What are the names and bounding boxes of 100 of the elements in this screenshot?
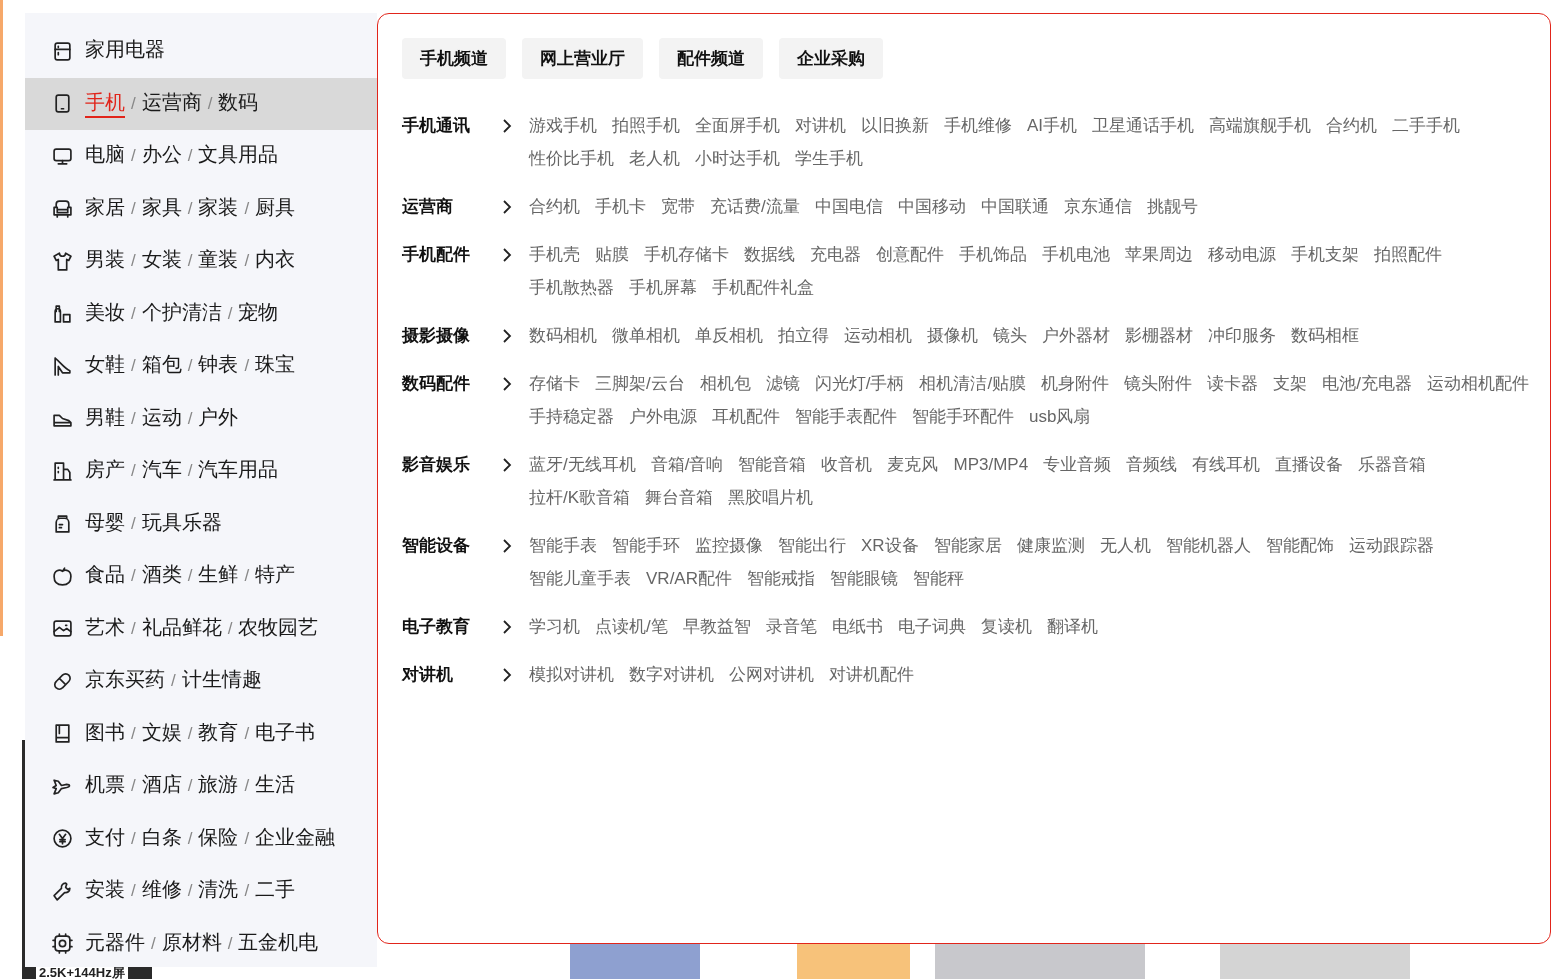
subcategory-link[interactable]: 苹果周边 [1125,238,1193,271]
category-link[interactable]: 男装 [85,247,125,276]
category-title[interactable]: 手机通讯 [402,109,498,142]
subcategory-link[interactable]: 冲印服务 [1208,319,1276,352]
subcategory-link[interactable]: 智能儿童手表 [529,562,631,595]
subcategory-link[interactable]: 手机维修 [944,109,1012,142]
subcategory-link[interactable]: 音箱/音响 [650,448,724,481]
category-link[interactable]: 清洗 [198,877,239,906]
subcategory-link[interactable]: 学生手机 [795,142,863,175]
subcategory-link[interactable]: 中国电信 [814,190,883,223]
subcategory-link[interactable]: 麦克风 [887,448,939,481]
subcategory-link[interactable]: 读卡器 [1207,367,1259,400]
subcategory-link[interactable]: 户外电源 [629,400,697,433]
category-link[interactable]: 汽车 [141,457,182,486]
category-link[interactable]: 白条 [141,824,182,853]
category-link[interactable]: 童装 [198,247,239,276]
subcategory-link[interactable]: 公网对讲机 [729,658,814,691]
category-title[interactable]: 运营商 [402,190,498,223]
subcategory-link[interactable]: 京东通信 [1063,190,1132,223]
sidebar-item[interactable]: 安装 / 维修 / 清洗 / 二手 [25,865,377,918]
subcategory-link[interactable]: 音频线 [1126,448,1178,481]
subcategory-link[interactable]: 挑靓号 [1146,190,1198,223]
subcategory-link[interactable]: 拍照手机 [612,109,680,142]
category-title[interactable]: 数码配件 [402,367,498,400]
category-link[interactable]: 维修 [141,877,182,906]
subcategory-link[interactable]: 贴膜 [595,238,629,271]
category-link[interactable]: 保险 [198,824,239,853]
category-title[interactable]: 手机配件 [402,238,498,271]
subcategory-link[interactable]: 手机散热器 [529,271,614,304]
subcategory-link[interactable]: 支架 [1273,367,1308,400]
subcategory-link[interactable]: 影棚器材 [1125,319,1193,352]
category-link[interactable]: 安装 [85,877,125,906]
category-link[interactable]: 原材料 [161,929,222,958]
category-link[interactable]: 特产 [255,562,296,591]
subcategory-link[interactable]: 卫星通话手机 [1092,109,1195,142]
subcategory-link[interactable]: 拉杆/K歌音箱 [529,481,631,514]
sidebar-item[interactable]: 男鞋 / 运动 / 户外 [25,392,377,445]
sidebar-item[interactable]: 艺术 / 礼品鲜花 / 农牧园艺 [25,602,377,655]
category-title[interactable]: 电子教育 [402,610,498,643]
channel-tab[interactable]: 手机频道 [402,38,506,79]
category-link[interactable]: 家装 [198,194,239,223]
category-link[interactable]: 支付 [85,824,125,853]
category-link[interactable]: 礼品鲜花 [141,614,222,643]
sidebar-item[interactable]: 家用电器 [25,25,377,78]
subcategory-link[interactable]: 智能秤 [913,562,964,595]
subcategory-link[interactable]: 智能眼镜 [830,562,898,595]
subcategory-link[interactable]: 对讲机 [795,109,846,142]
subcategory-link[interactable]: 中国联通 [980,190,1049,223]
sidebar-item[interactable]: 机票 / 酒店 / 旅游 / 生活 [25,760,377,813]
channel-tab[interactable]: 企业采购 [779,38,883,79]
category-link[interactable]: 家用电器 [85,37,165,66]
subcategory-link[interactable]: 手机壳 [529,238,580,271]
subcategory-link[interactable]: 蓝牙/无线耳机 [529,448,636,481]
sidebar-item[interactable]: 电脑 / 办公 / 文具用品 [25,130,377,183]
subcategory-link[interactable]: 监控摄像 [695,529,763,562]
category-link[interactable]: 美妆 [85,299,125,328]
subcategory-link[interactable]: 二手手机 [1392,109,1461,142]
sidebar-item[interactable]: 家居 / 家具 / 家装 / 厨具 [25,182,377,235]
subcategory-link[interactable]: 手持稳定器 [529,400,614,433]
category-link[interactable]: 宠物 [238,299,279,328]
category-title[interactable]: 摄影摄像 [402,319,498,352]
subcategory-link[interactable]: 手机卡 [595,190,646,223]
subcategory-link[interactable]: 手机配件礼盒 [712,271,814,304]
subcategory-link[interactable]: 对讲机配件 [829,658,914,691]
subcategory-link[interactable]: 以旧换新 [861,109,929,142]
subcategory-link[interactable]: 收音机 [821,448,873,481]
category-link[interactable]: 女装 [141,247,182,276]
subcategory-link[interactable]: 电池/充电器 [1322,367,1412,400]
category-link[interactable]: 厨具 [255,194,296,223]
category-link[interactable]: 箱包 [141,352,182,381]
category-link[interactable]: 数码 [218,89,259,118]
category-link[interactable]: 电子书 [255,719,316,748]
category-link[interactable]: 酒类 [141,562,182,591]
subcategory-link[interactable]: 运动跟踪器 [1348,529,1434,562]
category-link[interactable]: 文娱 [141,719,182,748]
category-link[interactable]: 生活 [255,772,296,801]
subcategory-link[interactable]: 数码相机 [529,319,597,352]
category-link[interactable]: 酒店 [141,772,182,801]
subcategory-link[interactable]: 乐器音箱 [1358,448,1427,481]
subcategory-link[interactable]: 高端旗舰手机 [1209,109,1312,142]
subcategory-link[interactable]: 智能配饰 [1265,529,1334,562]
subcategory-link[interactable]: 手机屏幕 [629,271,697,304]
category-link[interactable]: 玩具乐器 [141,509,222,538]
subcategory-link[interactable]: VR/AR配件 [646,562,732,595]
category-link[interactable]: 房产 [85,457,125,486]
subcategory-link[interactable]: 微单相机 [612,319,680,352]
subcategory-link[interactable]: 智能手环 [612,529,680,562]
subcategory-link[interactable]: 合约机 [529,190,580,223]
subcategory-link[interactable]: 合约机 [1326,109,1378,142]
subcategory-link[interactable]: 全面屏手机 [695,109,780,142]
category-link[interactable]: 运动 [141,404,182,433]
category-link[interactable]: 五金机电 [238,929,319,958]
subcategory-link[interactable]: 手机饰品 [959,238,1027,271]
sidebar-item[interactable]: 食品 / 酒类 / 生鲜 / 特产 [25,550,377,603]
sidebar-item[interactable]: 支付 / 白条 / 保险 / 企业金融 [25,812,377,865]
subcategory-link[interactable]: 有线耳机 [1192,448,1261,481]
sidebar-item[interactable]: 美妆 / 个护清洁 / 宠物 [25,287,377,340]
category-link[interactable]: 家居 [85,194,125,223]
sidebar-item[interactable]: 京东买药 / 计生情趣 [25,655,377,708]
subcategory-link[interactable]: 健康监测 [1016,529,1085,562]
